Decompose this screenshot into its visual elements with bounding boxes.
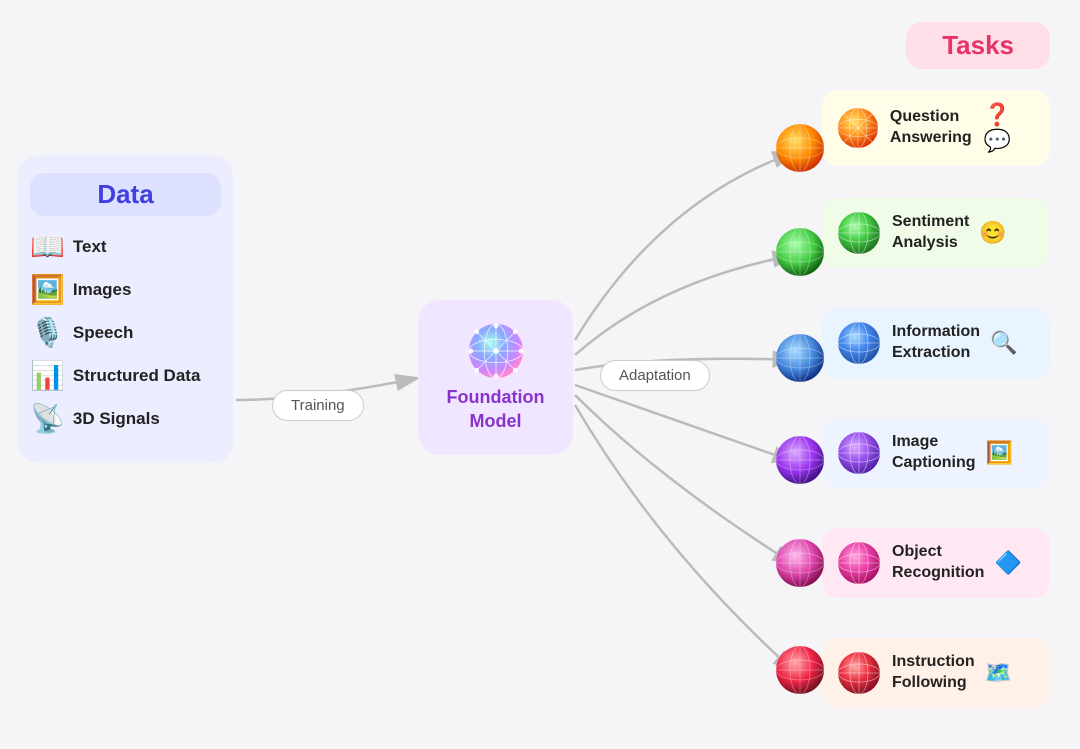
task-card-sentiment: SentimentAnalysis 😊 <box>822 198 1050 268</box>
instruction-orb <box>836 650 882 696</box>
tasks-title: Tasks <box>942 30 1014 60</box>
object-label: ObjectRecognition <box>892 542 984 584</box>
instruction-label: InstructionFollowing <box>892 652 975 694</box>
data-item-speech-label: Speech <box>73 323 133 343</box>
data-item-structured: 📊 Structured Data <box>30 359 221 392</box>
qa-icon: ❓💬 <box>984 102 1036 154</box>
sentiment-icon: 😊 <box>979 220 1006 246</box>
data-title: Data <box>97 179 153 209</box>
adaptation-label: Adaptation <box>600 360 710 391</box>
task-card-qa: QuestionAnswering ❓💬 <box>822 90 1050 166</box>
tasks-title-box: Tasks <box>906 22 1050 69</box>
images-icon: 🖼️ <box>30 273 65 306</box>
signals-icon: 📡 <box>30 402 65 435</box>
data-panel: Data 📖 Text 🖼️ Images 🎙️ Speech 📊 Struct… <box>18 155 233 463</box>
caption-label: ImageCaptioning <box>892 432 976 474</box>
sentiment-orb <box>836 210 882 256</box>
qa-orb <box>836 105 880 151</box>
data-item-structured-label: Structured Data <box>73 366 201 386</box>
task-card-object: ObjectRecognition 🔷 <box>822 528 1050 598</box>
data-item-speech: 🎙️ Speech <box>30 316 221 349</box>
data-item-images: 🖼️ Images <box>30 273 221 306</box>
info-orb <box>836 320 882 366</box>
structured-icon: 📊 <box>30 359 65 392</box>
qa-label: QuestionAnswering <box>890 107 972 149</box>
instruction-icon: 🗺️ <box>985 660 1012 686</box>
data-item-3dsignals: 📡 3D Signals <box>30 402 221 435</box>
data-item-images-label: Images <box>73 280 132 300</box>
data-item-text-label: Text <box>73 237 107 257</box>
foundation-model-box: FoundationModel <box>418 300 573 455</box>
training-label: Training <box>272 390 364 421</box>
object-icon: 🔷 <box>994 550 1021 576</box>
task-card-caption: ImageCaptioning 🖼️ <box>822 418 1050 488</box>
foundation-model-label: FoundationModel <box>447 386 545 433</box>
text-icon: 📖 <box>30 230 65 263</box>
task-card-instruction: InstructionFollowing 🗺️ <box>822 638 1050 708</box>
data-title-box: Data <box>30 173 221 216</box>
info-label: InformationExtraction <box>892 322 980 364</box>
caption-orb <box>836 430 882 476</box>
speech-icon: 🎙️ <box>30 316 65 349</box>
data-item-text: 📖 Text <box>30 230 221 263</box>
foundation-model-orb <box>467 322 525 380</box>
data-item-3dsignals-label: 3D Signals <box>73 409 160 429</box>
info-icon: 🔍 <box>990 330 1017 356</box>
caption-icon: 🖼️ <box>986 440 1013 466</box>
sentiment-label: SentimentAnalysis <box>892 212 969 254</box>
object-orb <box>836 540 882 586</box>
task-card-info: InformationExtraction 🔍 <box>822 308 1050 378</box>
